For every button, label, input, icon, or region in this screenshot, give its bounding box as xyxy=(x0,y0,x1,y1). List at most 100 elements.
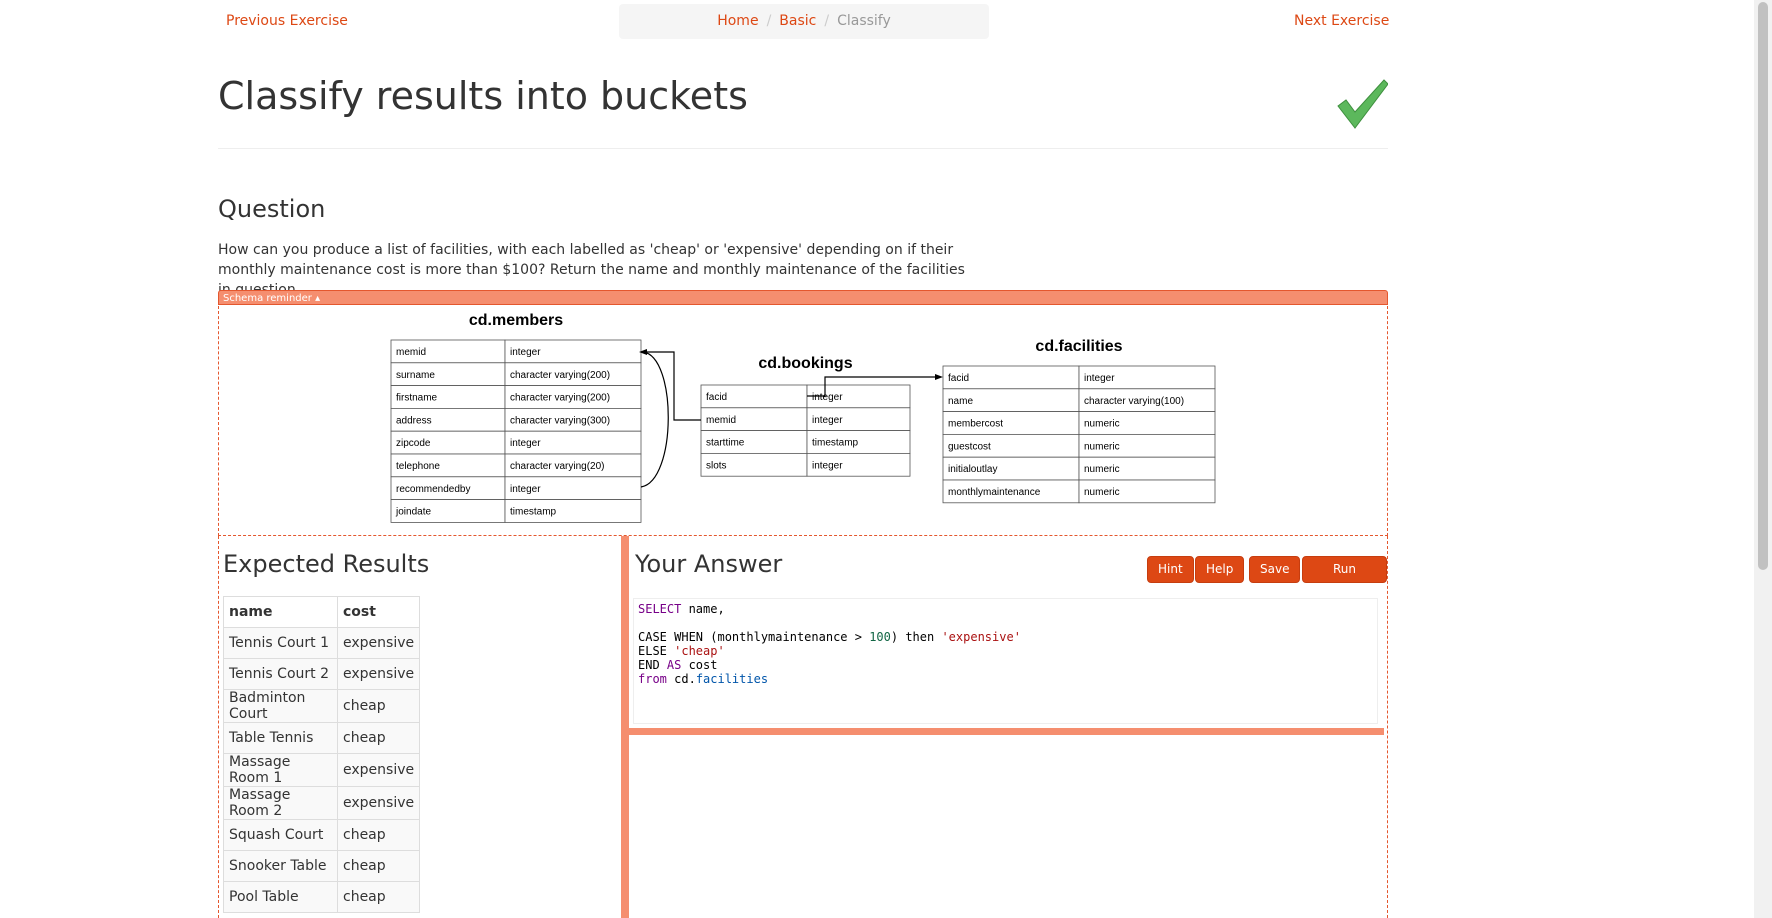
schema-diagram-svg: cd.members memid integer surname character v… xyxy=(390,312,1216,523)
relation-arrow-icon xyxy=(935,374,943,380)
page-scrollbar[interactable] xyxy=(1754,0,1772,918)
schema-column-type: numeric xyxy=(1084,487,1120,498)
table-cell: Badminton Court xyxy=(223,689,338,723)
table-cell: Massage Room 2 xyxy=(223,786,338,820)
question-heading: Question xyxy=(218,195,326,223)
schema-column-name: surname xyxy=(396,370,435,381)
expected-results-panel: Expected Results name cost Tennis Court … xyxy=(218,536,623,918)
table-cell: cheap xyxy=(336,722,421,754)
vertical-splitter[interactable] xyxy=(621,536,629,918)
scrollbar-thumb[interactable] xyxy=(1758,2,1768,570)
table-cell: expensive xyxy=(336,786,421,820)
schema-column-name: initialoutlay xyxy=(948,464,997,475)
expected-results-heading: Expected Results xyxy=(223,550,430,578)
table-row: Tennis Court 2 expensive xyxy=(223,658,421,690)
table-cell: Table Tennis xyxy=(223,722,338,754)
schema-column-name: name xyxy=(948,396,973,407)
table-cell: Massage Room 1 xyxy=(223,753,338,787)
run-query-button[interactable]: Run Query xyxy=(1302,556,1387,601)
schema-column-name: address xyxy=(396,415,432,426)
your-answer-heading: Your Answer xyxy=(635,550,783,578)
column-header: name xyxy=(223,596,338,628)
schema-column-name: monthlymaintenance xyxy=(948,487,1041,498)
table-row: Tennis Court 1 expensive xyxy=(223,627,421,659)
table-row: Squash Court cheap xyxy=(223,819,421,851)
table-cell: expensive xyxy=(336,627,421,659)
schema-column-name: starttime xyxy=(706,438,745,449)
table-row: Table Tennis cheap xyxy=(223,722,421,754)
schema-column-name: memid xyxy=(396,347,426,358)
table-cell: Tennis Court 1 xyxy=(223,627,338,659)
schema-column-type: integer xyxy=(510,347,541,358)
column-header: cost xyxy=(336,596,421,628)
table-cell: expensive xyxy=(336,658,421,690)
table-row: Massage Room 2 expensive xyxy=(223,786,421,820)
schema-column-type: numeric xyxy=(1084,441,1120,452)
breadcrumb-basic[interactable]: Basic xyxy=(779,13,816,29)
next-exercise-link[interactable]: Next Exercise xyxy=(1294,13,1389,29)
table-cell: cheap xyxy=(336,689,421,723)
schema-reminder-toggle[interactable]: Schema reminder ▴ xyxy=(218,290,1388,305)
bookings-members-relation-line xyxy=(643,351,701,421)
table-row: Snooker Table cheap xyxy=(223,850,421,882)
schema-diagram: cd.members memid integer surname character v… xyxy=(218,306,1388,536)
breadcrumb-separator: / xyxy=(824,13,830,29)
schema-column-name: firstname xyxy=(396,393,438,404)
schema-column-type: integer xyxy=(812,392,843,403)
schema-column-name: joindate xyxy=(395,507,431,518)
breadcrumb-home[interactable]: Home xyxy=(717,13,758,29)
schema-table-title: cd.members xyxy=(469,312,563,329)
expected-results-table: name cost Tennis Court 1 expensive Tennis … xyxy=(223,596,421,913)
help-button[interactable]: Help xyxy=(1195,556,1245,583)
sql-code[interactable]: SELECT name, CASE WHEN (monthlymaintenan… xyxy=(634,599,1377,689)
schema-column-type: integer xyxy=(812,415,843,426)
schema-column-name: memid xyxy=(706,415,736,426)
schema-column-type: character varying(200) xyxy=(510,370,610,381)
schema-table-title: cd.bookings xyxy=(758,355,852,372)
schema-column-type: character varying(100) xyxy=(1084,396,1184,407)
table-cell: Tennis Court 2 xyxy=(223,658,338,690)
save-button[interactable]: Save xyxy=(1249,556,1301,583)
schema-column-type: numeric xyxy=(1084,419,1120,430)
horizontal-splitter[interactable] xyxy=(629,728,1384,735)
table-cell: Snooker Table xyxy=(223,850,338,882)
previous-exercise-link[interactable]: Previous Exercise xyxy=(226,13,348,29)
schema-column-type: integer xyxy=(812,460,843,471)
schema-column-type: timestamp xyxy=(510,507,557,518)
breadcrumb: Home / Basic / Classify xyxy=(619,4,989,39)
schema-column-name: slots xyxy=(706,460,727,471)
schema-column-name: zipcode xyxy=(396,438,431,449)
schema-column-type: timestamp xyxy=(812,438,859,449)
table-row: Pool Table cheap xyxy=(223,881,421,913)
schema-column-name: recommendedby xyxy=(396,484,470,495)
table-cell: cheap xyxy=(336,819,421,851)
table-cell: cheap xyxy=(336,850,421,882)
schema-column-name: facid xyxy=(706,392,727,403)
your-answer-panel: Your Answer Hint Help Save Run Query SEL… xyxy=(629,536,1388,918)
schema-table-title: cd.facilities xyxy=(1035,338,1122,355)
table-cell: expensive xyxy=(336,753,421,787)
schema-column-type: character varying(300) xyxy=(510,415,610,426)
table-row: Badminton Court cheap xyxy=(223,689,421,723)
schema-column-type: character varying(20) xyxy=(510,461,604,472)
schema-column-type: integer xyxy=(510,484,541,495)
table-cell: Squash Court xyxy=(223,819,338,851)
schema-column-type: numeric xyxy=(1084,464,1120,475)
page-title: Classify results into buckets xyxy=(218,74,748,118)
schema-column-name: facid xyxy=(948,373,969,384)
table-header-row: name cost xyxy=(223,596,421,628)
table-cell: cheap xyxy=(336,881,421,913)
schema-column-name: guestcost xyxy=(948,441,991,452)
checkmark-icon xyxy=(1337,79,1388,129)
schema-column-type: integer xyxy=(1084,373,1115,384)
members-recommendedby-relation-line xyxy=(640,351,669,488)
table-row: Massage Room 1 expensive xyxy=(223,753,421,787)
hint-button[interactable]: Hint xyxy=(1147,556,1194,583)
sql-editor[interactable]: SELECT name, CASE WHEN (monthlymaintenan… xyxy=(633,598,1378,724)
breadcrumb-separator: / xyxy=(766,13,772,29)
schema-column-name: telephone xyxy=(396,461,440,472)
title-divider xyxy=(218,148,1388,149)
schema-column-name: membercost xyxy=(948,419,1003,430)
breadcrumb-current: Classify xyxy=(837,13,891,29)
table-cell: Pool Table xyxy=(223,881,338,913)
